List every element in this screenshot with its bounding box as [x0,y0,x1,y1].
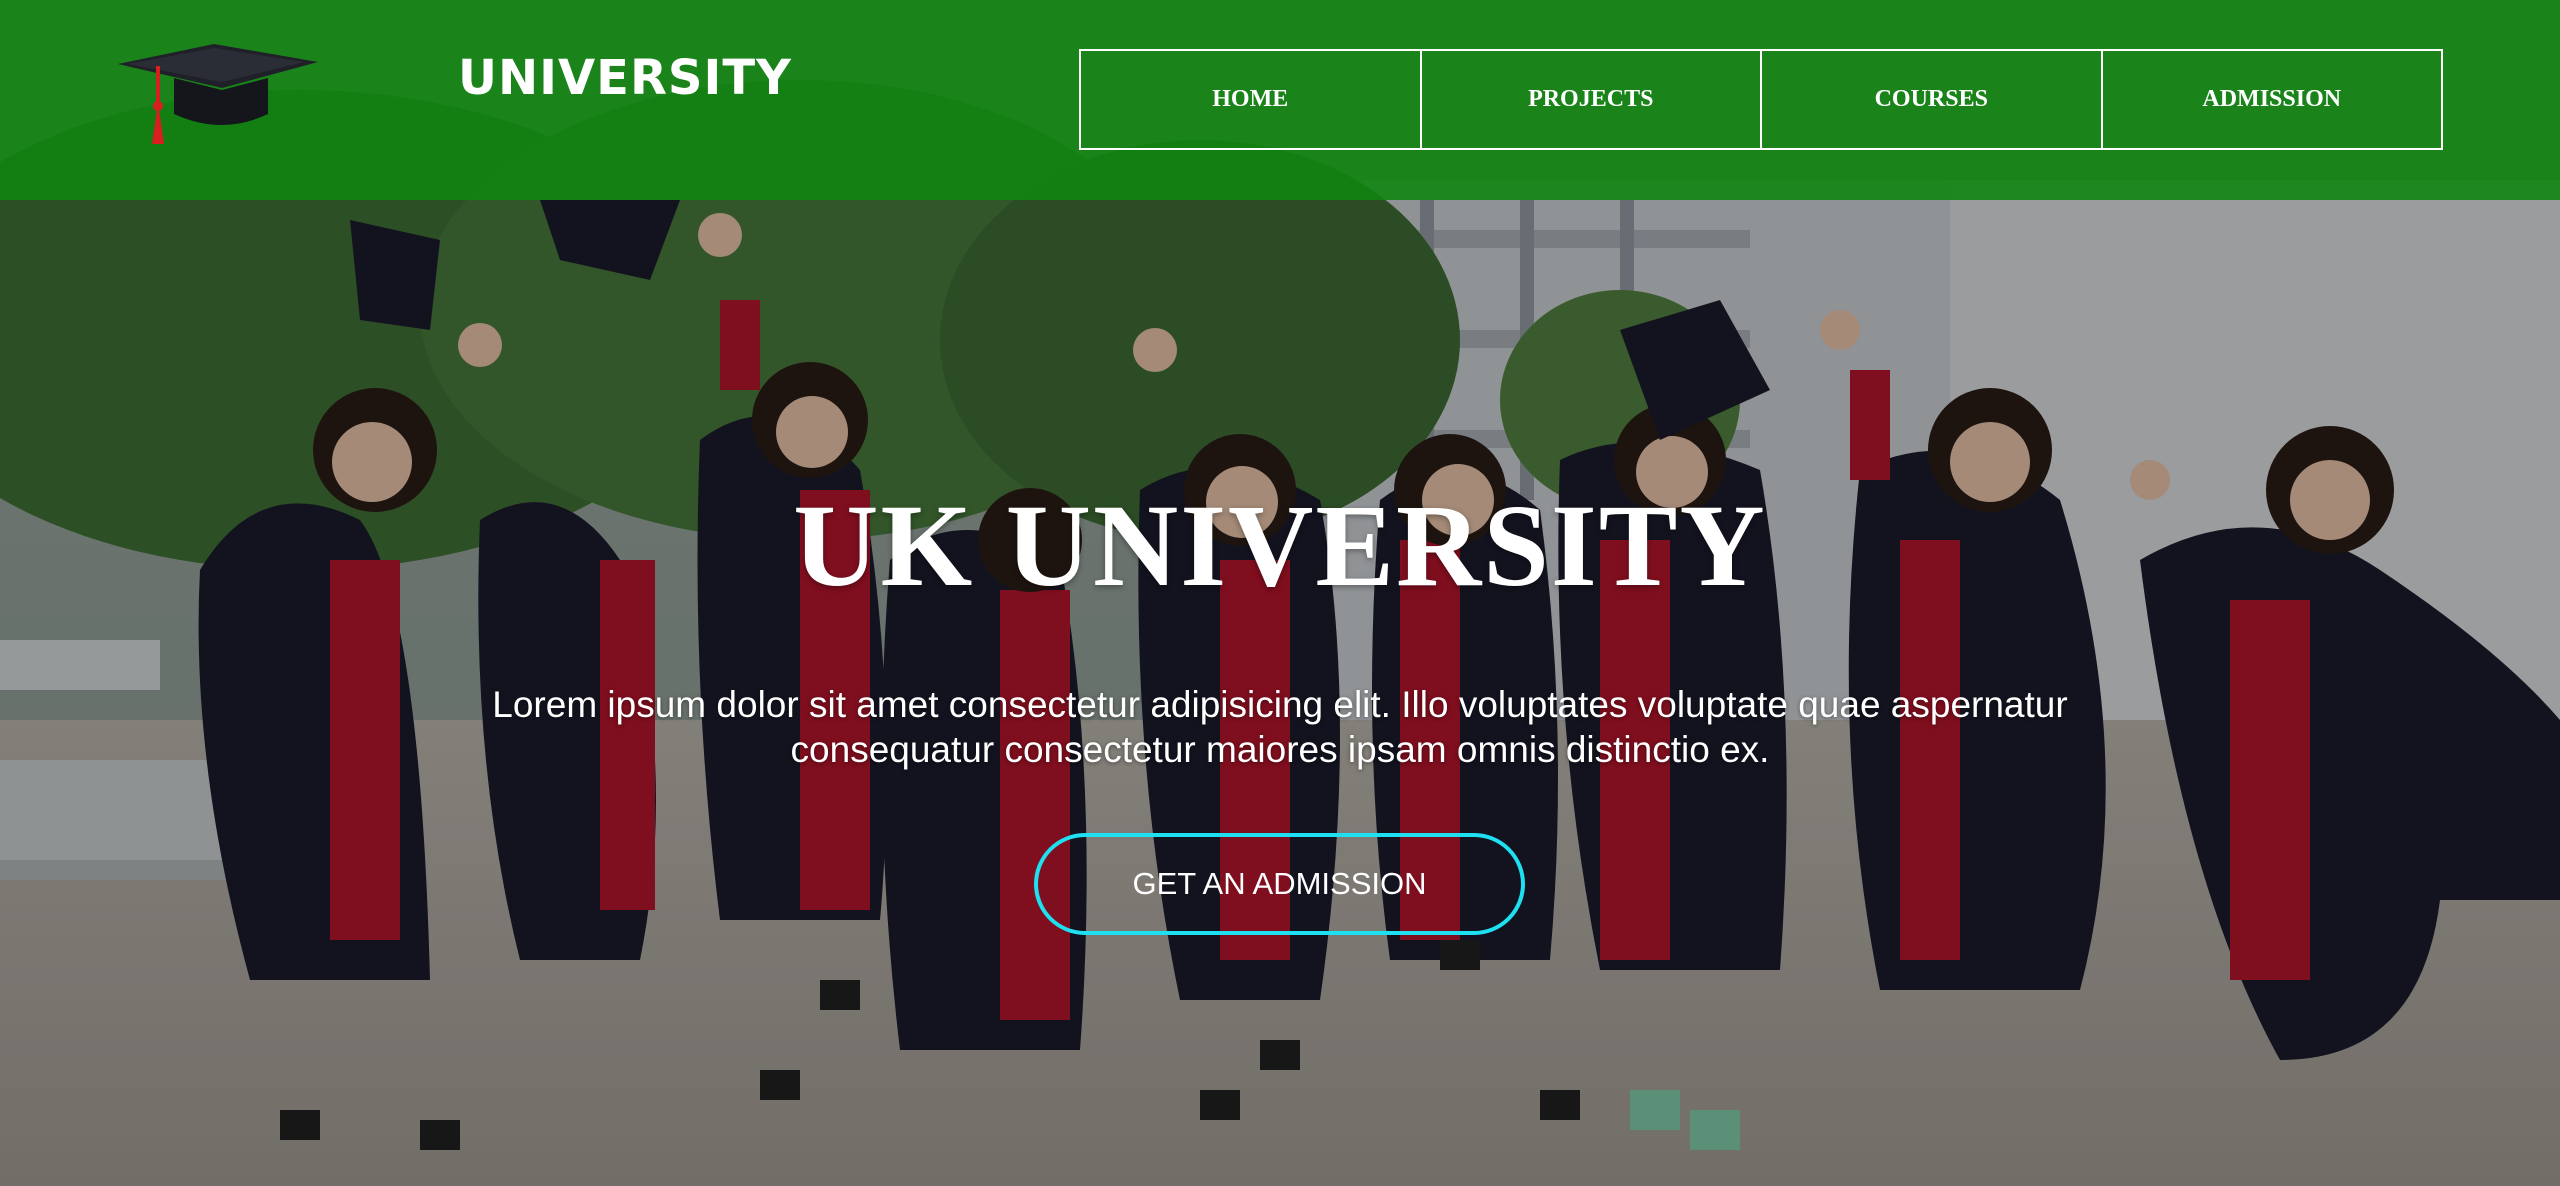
hero-title: UK UNIVERSITY [793,480,1767,611]
site-header: UNIVERSITY HOME PROJECTS COURSES ADMISSI… [0,0,2560,200]
hero-description: Lorem ipsum dolor sit amet consectetur a… [492,684,2068,770]
nav-projects[interactable]: PROJECTS [1419,49,1762,150]
site-logo-text[interactable]: UNIVERSITY [458,50,792,106]
main-navigation: HOME PROJECTS COURSES ADMISSION [1079,49,2443,150]
get-admission-button[interactable]: GET AN ADMISSION [1034,833,1525,935]
hero-section: UNIVERSITY HOME PROJECTS COURSES ADMISSI… [0,0,2560,1186]
nav-admission[interactable]: ADMISSION [2100,49,2443,150]
nav-courses[interactable]: COURSES [1760,49,2103,150]
graduation-cap-icon[interactable] [118,44,318,156]
nav-home[interactable]: HOME [1079,49,1422,150]
